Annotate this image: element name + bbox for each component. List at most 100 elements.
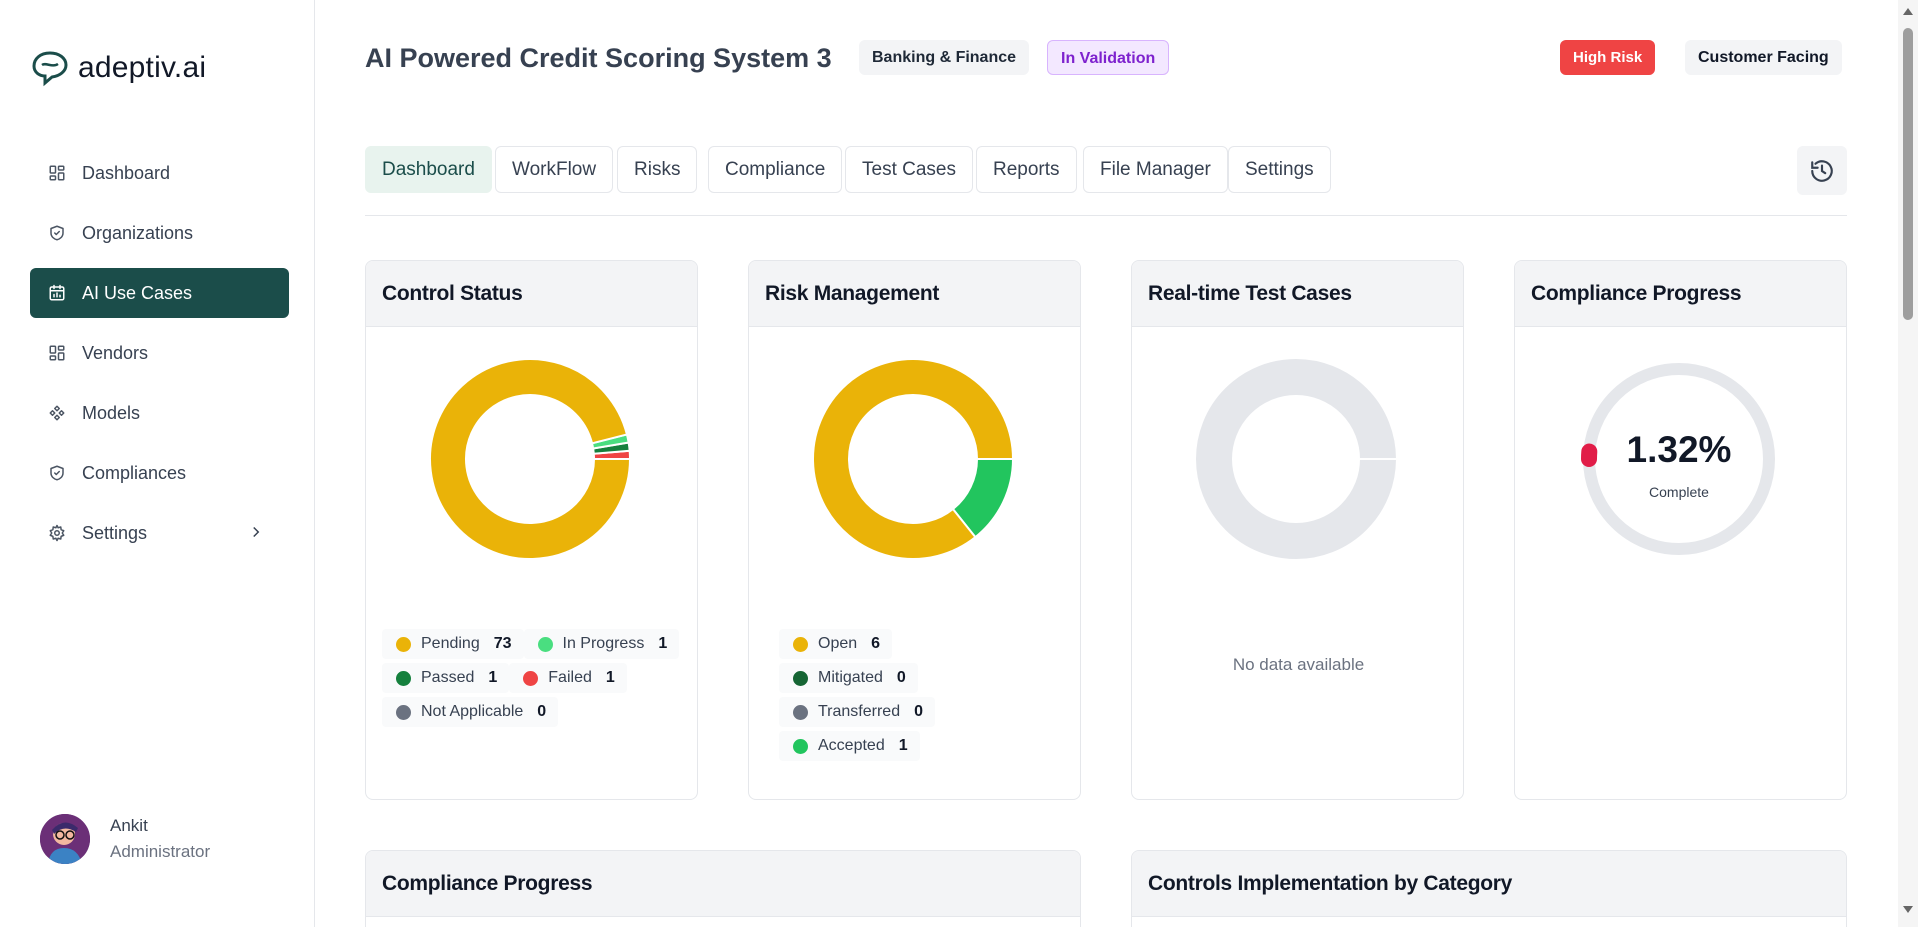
user-profile[interactable]: Ankit Administrator: [40, 814, 210, 864]
test-cases-donut-chart: [1196, 359, 1396, 559]
controls-by-category-section: Controls Implementation by Category: [1131, 850, 1847, 927]
legend-row: Mitigated 0: [779, 661, 935, 695]
legend-label: In Progress: [562, 635, 645, 652]
grid-icon: [49, 345, 65, 361]
brand-name: adeptiv.ai: [78, 51, 207, 84]
legend-item-not-applicable[interactable]: Not Applicable 0: [382, 697, 559, 727]
sidebar-item-vendors[interactable]: Vendors: [30, 328, 289, 378]
brain-logo-icon: [32, 51, 68, 87]
tab-settings[interactable]: Settings: [1228, 146, 1331, 193]
compliance-percentage: 1.32%: [1626, 429, 1732, 470]
tab-reports[interactable]: Reports: [976, 146, 1077, 193]
tab-test-cases[interactable]: Test Cases: [845, 146, 973, 193]
tab-workflow[interactable]: WorkFlow: [495, 146, 614, 193]
legend-count: 0: [537, 703, 547, 720]
risk-management-legend: Open 6 Mitigated 0 Transferred 0 Accepted 1: [779, 627, 936, 763]
logo[interactable]: adeptiv.ai: [30, 48, 206, 88]
tab-dashboard[interactable]: Dashboard: [365, 146, 492, 193]
legend-count: 1: [898, 737, 908, 754]
legend-swatch: [793, 704, 808, 720]
tab-bar: Dashboard WorkFlow Risks Compliance Test Cas…: [365, 146, 1847, 216]
scroll-up-arrow[interactable]: [1903, 8, 1913, 15]
customer-facing-badge: Customer Facing: [1685, 40, 1842, 75]
tab-risks[interactable]: Risks: [617, 146, 698, 193]
compliance-progress-card: Compliance Progress 1.32% Complete: [1514, 260, 1847, 800]
legend-swatch: [793, 670, 808, 686]
legend-count: 73: [493, 635, 512, 652]
legend-row: Transferred 0: [779, 695, 936, 729]
app-root: adeptiv.ai Dashboard Organizations AI Use …: [0, 0, 1918, 927]
legend-count: 0: [896, 669, 906, 686]
legend-label: Not Applicable: [421, 703, 524, 720]
sidebar-item-label: Settings: [82, 522, 148, 543]
tab-file-manager[interactable]: File Manager: [1083, 146, 1228, 193]
history-button[interactable]: [1797, 146, 1847, 195]
slice-pending[interactable]: [430, 359, 630, 559]
avatar: [40, 814, 90, 864]
sidebar-item-models[interactable]: Models: [30, 388, 289, 438]
shield-check-icon: [50, 465, 64, 481]
sidebar-item-label: Models: [82, 402, 141, 423]
card-title: Control Status: [366, 261, 697, 327]
legend-item-passed[interactable]: Passed 1: [382, 663, 510, 693]
legend-swatch: [793, 738, 808, 754]
legend-item-pending[interactable]: Pending 73: [382, 629, 524, 659]
legend-swatch: [537, 636, 553, 652]
gear-icon: [49, 524, 65, 542]
sidebar-item-label: Compliances: [82, 462, 187, 483]
sidebar-item-organizations[interactable]: Organizations: [30, 208, 289, 258]
test-cases-card: Real-time Test Cases No data available: [1131, 260, 1464, 800]
card-title: Risk Management: [749, 261, 1080, 327]
risk-management-donut-chart: [813, 359, 1013, 559]
legend-count: 1: [605, 669, 615, 686]
legend-item-transferred[interactable]: Transferred 0: [779, 697, 936, 727]
sidebar-item-dashboard[interactable]: Dashboard: [30, 148, 289, 198]
legend-item-in-progress[interactable]: In Progress 1: [523, 629, 680, 659]
scroll-thumb[interactable]: [1903, 28, 1913, 320]
control-status-card: Control Status Pending 73 In Progress 1 Pass…: [365, 260, 698, 800]
legend-swatch: [396, 704, 411, 720]
legend-row: Not Applicable 0: [382, 695, 679, 729]
legend-row: Passed 1 Failed 1: [382, 661, 679, 695]
legend-item-accepted[interactable]: Accepted 1: [779, 731, 920, 761]
sidebar-item-compliances[interactable]: Compliances: [30, 448, 289, 498]
grid-icon: [49, 165, 65, 181]
compliance-subtitle: Complete: [1649, 484, 1709, 500]
vertical-scrollbar[interactable]: [1898, 0, 1918, 927]
section-title: Compliance Progress: [366, 851, 1080, 917]
nodes-icon: [49, 405, 65, 421]
tab-compliance[interactable]: Compliance: [708, 146, 843, 193]
sidebar-nav: Dashboard Organizations AI Use Cases Vendor…: [30, 148, 289, 568]
compliance-progress-section: Compliance Progress: [365, 850, 1081, 927]
legend-row: Open 6: [779, 627, 935, 661]
legend-label: Transferred: [818, 703, 901, 720]
legend-item-open[interactable]: Open 6: [779, 629, 893, 659]
shield-check-icon: [50, 225, 64, 241]
section-title: Controls Implementation by Category: [1132, 851, 1846, 917]
user-name: Ankit: [110, 816, 148, 835]
no-data-message: No data available: [1232, 655, 1365, 674]
legend-count: 0: [914, 703, 924, 720]
legend-label: Failed: [548, 669, 592, 686]
legend-label: Pending: [421, 635, 480, 652]
chevron-right-icon[interactable]: [247, 523, 265, 546]
legend-label: Mitigated: [818, 669, 883, 686]
sidebar-item-label: Dashboard: [82, 162, 171, 183]
calendar-chart-icon: [49, 284, 65, 301]
legend-swatch: [396, 670, 411, 686]
sidebar-item-label: Vendors: [82, 342, 149, 363]
sidebar-item-ai-use-cases[interactable]: AI Use Cases: [30, 268, 289, 318]
sidebar-item-label: AI Use Cases: [82, 282, 193, 303]
risk-badge: High Risk: [1560, 40, 1656, 75]
legend-count: 1: [488, 669, 498, 686]
sidebar-item-label: Organizations: [82, 222, 194, 243]
page-header: AI Powered Credit Scoring System 3 Banki…: [365, 40, 1847, 76]
legend-item-failed[interactable]: Failed 1: [509, 663, 627, 693]
sidebar-item-settings[interactable]: Settings: [30, 508, 289, 558]
legend-swatch: [523, 670, 539, 686]
user-role: Administrator: [110, 842, 211, 861]
risk-management-card: Risk Management Open 6 Mitigated 0 Transferr…: [748, 260, 1081, 800]
scroll-down-arrow[interactable]: [1903, 906, 1913, 913]
legend-item-mitigated[interactable]: Mitigated 0: [779, 663, 918, 693]
legend-count: 1: [658, 635, 668, 652]
